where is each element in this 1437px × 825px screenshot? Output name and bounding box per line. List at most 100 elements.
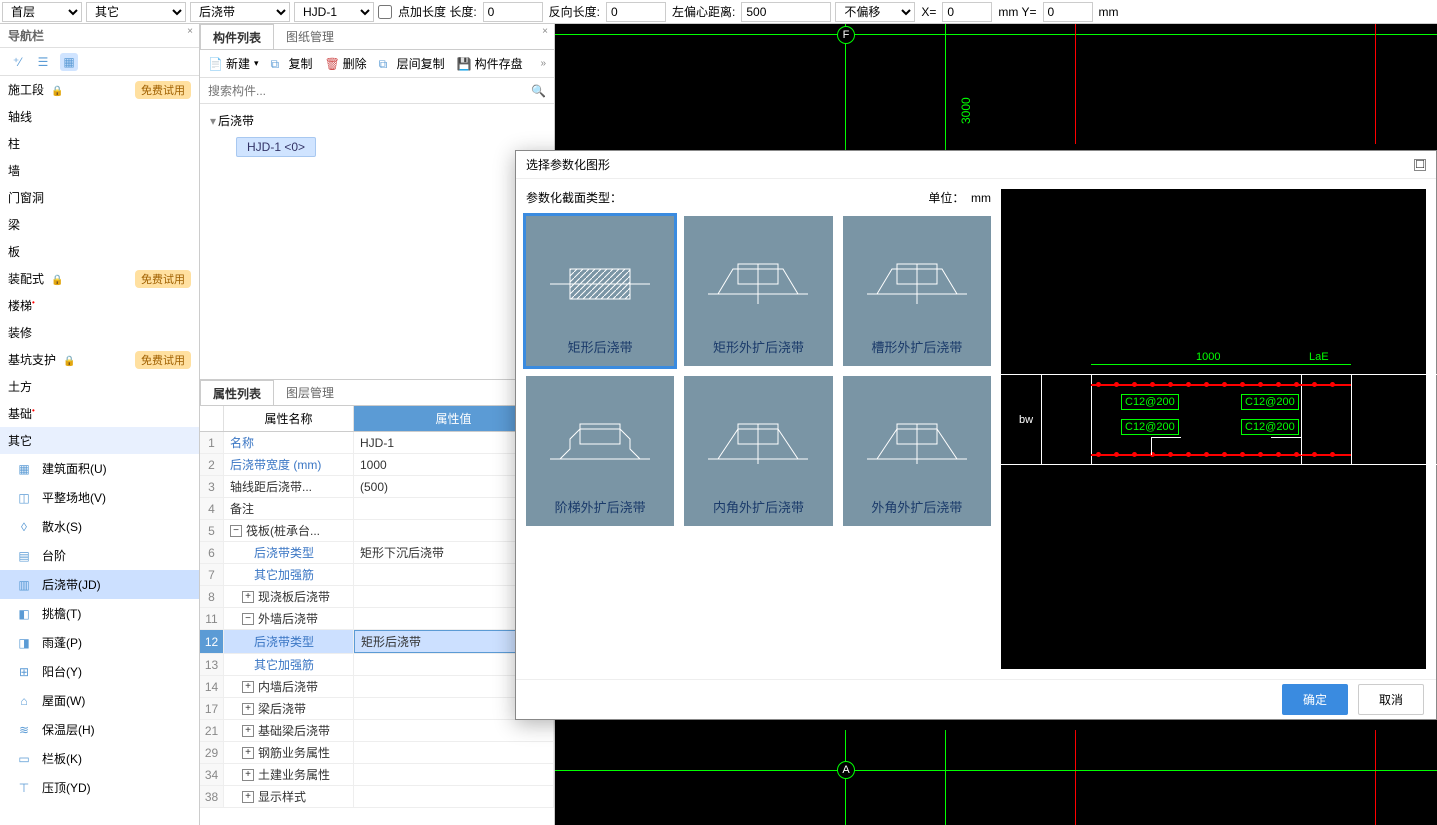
nav-item[interactable]: 装配式 🔒免费试用 xyxy=(0,265,199,292)
nav-sub-item[interactable]: ▤台阶 xyxy=(0,541,199,570)
prop-row[interactable]: 21+基础梁后浇带 xyxy=(200,720,554,742)
nav-close-icon[interactable]: × xyxy=(183,26,197,40)
list-icon[interactable]: ☰ xyxy=(34,53,52,71)
new-button[interactable]: 📄新建▾ xyxy=(208,55,259,72)
prop-row[interactable]: 34+土建业务属性 xyxy=(200,764,554,786)
nav-item[interactable]: 土方 xyxy=(0,373,199,400)
grid-icon[interactable]: ▦ xyxy=(60,53,78,71)
unit-value: mm xyxy=(971,191,991,205)
shape-grid: 矩形后浇带矩形外扩后浇带槽形外扩后浇带阶梯外扩后浇带内角外扩后浇带外角外扩后浇带 xyxy=(526,216,991,526)
nav-item[interactable]: 墙 xyxy=(0,157,199,184)
shape-tile[interactable]: 矩形后浇带 xyxy=(526,216,674,366)
prop-row[interactable]: 12后浇带类型矩形后浇带⋯ xyxy=(200,630,554,654)
preview-bw: bw xyxy=(1019,414,1033,426)
floor-select[interactable]: 首层 xyxy=(2,2,82,22)
shape-tile[interactable]: 矩形外扩后浇带 xyxy=(684,216,832,366)
nav-item[interactable]: 其它 xyxy=(0,427,199,454)
copy-button[interactable]: ⧉复制 xyxy=(271,55,313,72)
nav-item[interactable]: 柱 xyxy=(0,130,199,157)
tree-root[interactable]: ▾后浇带 xyxy=(208,108,546,133)
save-button[interactable]: 💾构件存盘 xyxy=(457,55,523,72)
prop-row[interactable]: 29+钢筋业务属性 xyxy=(200,742,554,764)
sub-item-icon: ▭ xyxy=(16,751,32,767)
component-select[interactable]: 后浇带 xyxy=(190,2,290,22)
nav-item[interactable]: 梁 xyxy=(0,211,199,238)
top-toolbar: 首层 其它 后浇带 HJD-1 点加长度 长度: 反向长度: 左偏心距离: 不偏… xyxy=(0,0,1437,24)
prop-row[interactable]: 4备注 xyxy=(200,498,554,520)
dialog-title: 选择参数化图形 xyxy=(526,156,610,173)
point-length-check[interactable] xyxy=(378,5,392,19)
tree-leaf[interactable]: HJD-1 <0> xyxy=(236,137,316,157)
shape-tile[interactable]: 槽形外扩后浇带 xyxy=(843,216,991,366)
more-icon[interactable]: » xyxy=(540,58,546,69)
nav-item[interactable]: 轴线 xyxy=(0,103,199,130)
reverse-input[interactable] xyxy=(606,2,666,22)
prop-row[interactable]: 11−外墙后浇带 xyxy=(200,608,554,630)
nav-item[interactable]: 基坑支护 🔒免费试用 xyxy=(0,346,199,373)
y-input[interactable] xyxy=(1043,2,1093,22)
tab-layer-mgmt[interactable]: 图层管理 xyxy=(274,380,346,405)
dialog-close-icon[interactable]: □ xyxy=(1414,159,1426,171)
preview-rebar1: C12@200 xyxy=(1121,394,1179,410)
add-icon[interactable]: ⁺⁄ xyxy=(8,53,26,71)
shape-tile[interactable]: 外角外扩后浇带 xyxy=(843,376,991,526)
nav-item[interactable]: 板 xyxy=(0,238,199,265)
nav-sub-item[interactable]: ⊤压顶(YD) xyxy=(0,773,199,802)
component-panel: × 构件列表 图纸管理 📄新建▾ ⧉复制 🗑删除 ⧉层间复制 💾构件存盘 » 🔍… xyxy=(200,24,555,825)
prop-row[interactable]: 3轴线距后浇带...(500) xyxy=(200,476,554,498)
cancel-button[interactable]: 取消 xyxy=(1358,684,1424,715)
nav-item[interactable]: 门窗洞 xyxy=(0,184,199,211)
prop-row[interactable]: 6后浇带类型矩形下沉后浇带 xyxy=(200,542,554,564)
nav-item[interactable]: 施工段 🔒免费试用 xyxy=(0,76,199,103)
dim-3000: 3000 xyxy=(959,97,973,124)
prop-row[interactable]: 14+内墙后浇带 xyxy=(200,676,554,698)
dialog-preview: 1000 LaE bw C12@200 C12@200 C12@200 C12@… xyxy=(1001,189,1426,669)
prop-row[interactable]: 1名称HJD-1 xyxy=(200,432,554,454)
offset-mode-select[interactable]: 不偏移 xyxy=(835,2,915,22)
prop-row[interactable]: 7其它加强筋 xyxy=(200,564,554,586)
comp-toolbar: 📄新建▾ ⧉复制 🗑删除 ⧉层间复制 💾构件存盘 » xyxy=(200,50,554,78)
axis-a-label: A xyxy=(837,761,855,779)
nav-item[interactable]: 楼梯• xyxy=(0,292,199,319)
prop-row[interactable]: 2后浇带宽度 (mm)1000 xyxy=(200,454,554,476)
sub-item-icon: ◊ xyxy=(16,519,32,535)
nav-sub-item[interactable]: ◨雨蓬(P) xyxy=(0,628,199,657)
nav-sub-item[interactable]: ▦建筑面积(U) xyxy=(0,454,199,483)
section-type-label: 参数化截面类型： xyxy=(526,189,622,206)
instance-select[interactable]: HJD-1 xyxy=(294,2,374,22)
x-input[interactable] xyxy=(942,2,992,22)
delete-button[interactable]: 🗑删除 xyxy=(325,55,367,72)
nav-item[interactable]: 装修 xyxy=(0,319,199,346)
nav-sub-item[interactable]: ▥后浇带(JD) xyxy=(0,570,199,599)
prop-row[interactable]: 17+梁后浇带 xyxy=(200,698,554,720)
left-offset-input[interactable] xyxy=(741,2,831,22)
tab-drawing-mgmt[interactable]: 图纸管理 xyxy=(274,24,346,49)
search-input[interactable] xyxy=(208,84,525,98)
tab-property-list[interactable]: 属性列表 xyxy=(200,380,274,405)
shape-tile[interactable]: 内角外扩后浇带 xyxy=(684,376,832,526)
nav-item[interactable]: 基础• xyxy=(0,400,199,427)
prop-row[interactable]: 38+显示样式 xyxy=(200,786,554,808)
nav-sub-item[interactable]: ◫平整场地(V) xyxy=(0,483,199,512)
comp-tabs: 构件列表 图纸管理 xyxy=(200,24,554,50)
nav-sub-item[interactable]: ⌂屋面(W) xyxy=(0,686,199,715)
tab-component-list[interactable]: 构件列表 xyxy=(200,24,274,49)
length-label: 点加长度 长度: xyxy=(396,3,479,20)
nav-tools: ⁺⁄ ☰ ▦ xyxy=(0,48,199,76)
layer-copy-button[interactable]: ⧉层间复制 xyxy=(379,55,445,72)
preview-lae: LaE xyxy=(1309,351,1329,363)
nav-sub-item[interactable]: ◧挑檐(T) xyxy=(0,599,199,628)
nav-sub-item[interactable]: ◊散水(S) xyxy=(0,512,199,541)
prop-row[interactable]: 13其它加强筋 xyxy=(200,654,554,676)
nav-sub-item[interactable]: ⊞阳台(Y) xyxy=(0,657,199,686)
prop-row[interactable]: 5−筏板(桩承台... xyxy=(200,520,554,542)
category-select[interactable]: 其它 xyxy=(86,2,186,22)
shape-tile[interactable]: 阶梯外扩后浇带 xyxy=(526,376,674,526)
nav-sub-item[interactable]: ▭栏板(K) xyxy=(0,744,199,773)
comp-close-icon[interactable]: × xyxy=(538,26,552,40)
ok-button[interactable]: 确定 xyxy=(1282,684,1348,715)
nav-sub-item[interactable]: ≋保温层(H) xyxy=(0,715,199,744)
length-input[interactable] xyxy=(483,2,543,22)
search-icon[interactable]: 🔍 xyxy=(531,84,546,98)
prop-row[interactable]: 8+现浇板后浇带 xyxy=(200,586,554,608)
